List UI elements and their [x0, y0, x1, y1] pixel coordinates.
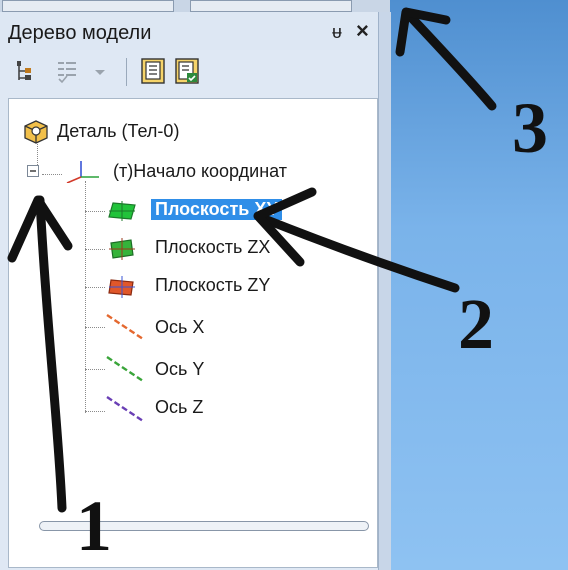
- annotation-number-2: 2: [458, 284, 494, 364]
- annotation-arrow-1: [35, 195, 67, 513]
- annotation-number-3: 3: [512, 88, 548, 168]
- annotation-number-1: 1: [76, 486, 112, 566]
- annotation-arrow-3: [403, 9, 497, 111]
